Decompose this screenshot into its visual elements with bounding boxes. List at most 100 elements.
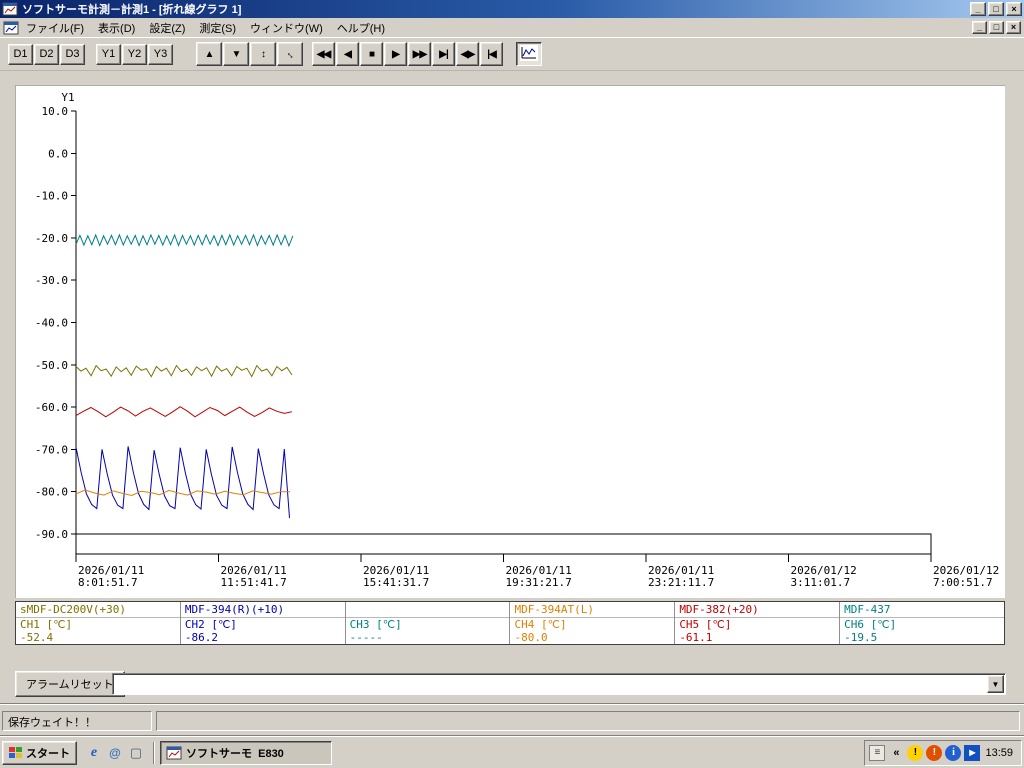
- svg-text:10.0: 10.0: [42, 105, 69, 118]
- minimize-button[interactable]: _: [970, 2, 986, 16]
- close-button[interactable]: ×: [1006, 2, 1022, 16]
- menu-items: ファイル(F) 表示(D) 設定(Z) 測定(S) ウィンドウ(W) ヘルプ(H): [19, 18, 392, 38]
- scroll-up-button[interactable]: ▲: [196, 42, 222, 66]
- forward-button[interactable]: ▶: [384, 42, 407, 66]
- channel-name: MDF-394(R)(+10): [180, 602, 345, 618]
- svg-text:-50.0: -50.0: [35, 359, 68, 372]
- data-select-group: D1 D2 D3: [8, 43, 86, 65]
- channel-name: [345, 602, 510, 618]
- menu-view[interactable]: 表示(D): [91, 18, 142, 38]
- svg-text:15:41:31.7: 15:41:31.7: [363, 576, 429, 589]
- stop-button[interactable]: ■: [360, 42, 383, 66]
- channel-name: MDF-437: [840, 602, 1004, 618]
- fast-forward-button[interactable]: ▶▶: [408, 42, 431, 66]
- security-warning-icon[interactable]: !: [907, 744, 924, 761]
- task-button-softthermo[interactable]: ソフトサーモ E830: [160, 740, 332, 765]
- svg-text:11:51:41.7: 11:51:41.7: [221, 576, 287, 589]
- svg-text:-20.0: -20.0: [35, 232, 68, 245]
- channel-value: -----: [349, 631, 383, 644]
- scroll-down-button[interactable]: ▼: [223, 42, 249, 66]
- channel-id: CH6 [℃]: [844, 618, 897, 631]
- menu-window[interactable]: ウィンドウ(W): [243, 18, 330, 38]
- status-extra: [156, 711, 1020, 731]
- status-bar: 保存ウェイト！！: [0, 704, 1024, 737]
- task-app-icon: [166, 746, 182, 759]
- mdi-minimize-button[interactable]: _: [972, 21, 987, 34]
- channel-value: -19.5: [844, 631, 878, 644]
- svg-text:-40.0: -40.0: [35, 317, 68, 330]
- series-ch1: [75, 364, 293, 378]
- alarm-reset-button[interactable]: アラームリセット: [15, 671, 125, 697]
- mdi-restore-button[interactable]: □: [989, 21, 1004, 34]
- taskbar-clock[interactable]: 13:59: [983, 747, 1017, 759]
- channel-cell: MDF-394(R)(+10) CH2 [℃] -86.2: [180, 602, 346, 644]
- svg-text:-70.0: -70.0: [35, 443, 68, 456]
- menu-settings[interactable]: 設定(Z): [142, 18, 192, 38]
- channel-value: -61.1: [679, 631, 713, 644]
- jump-latest-button[interactable]: ▶|: [432, 42, 455, 66]
- channel-value: -86.2: [184, 631, 218, 644]
- y2-button[interactable]: Y2: [122, 43, 147, 65]
- channel-id: CH2 [℃]: [184, 618, 237, 631]
- d2-button[interactable]: D2: [34, 43, 59, 65]
- zoom-fit-button[interactable]: ↔: [277, 42, 303, 66]
- mail-icon[interactable]: @: [106, 744, 124, 762]
- channel-cell: CH3 [℃] -----: [345, 602, 511, 644]
- series-ch6: [75, 233, 294, 248]
- transport-group: ◀◀ ◀ ■ ▶ ▶▶ ▶| ◀▶ |◀: [312, 42, 504, 66]
- y1-button[interactable]: Y1: [96, 43, 121, 65]
- taskbar: スタート e @ ▢ ソフトサーモ E830 ≡ «!! i ▶ 13:59: [0, 736, 1024, 768]
- svg-text:19:31:21.7: 19:31:21.7: [506, 576, 572, 589]
- channel-cell: sMDF-DC200V(+30) CH1 [℃] -52.4: [16, 602, 181, 644]
- show-desktop-icon[interactable]: ▢: [127, 744, 145, 762]
- ie-icon[interactable]: e: [85, 744, 103, 762]
- menu-bar: ファイル(F) 表示(D) 設定(Z) 測定(S) ウィンドウ(W) ヘルプ(H) _ □…: [0, 18, 1024, 37]
- line-graph-view-button[interactable]: [516, 42, 542, 66]
- channel-id: CH3 [℃]: [349, 618, 402, 631]
- media-play-icon[interactable]: ▶: [964, 744, 981, 761]
- menu-file[interactable]: ファイル(F): [19, 18, 91, 38]
- jump-start-button[interactable]: |◀: [480, 42, 503, 66]
- scale-nav-group: ▲ ▼ ↕ ↔: [196, 42, 304, 66]
- svg-text:3:11:01.7: 3:11:01.7: [791, 576, 851, 589]
- maximize-button[interactable]: □: [988, 2, 1004, 16]
- alarm-combo[interactable]: ▼: [112, 673, 1006, 695]
- channel-cell: MDF-394AT(L) CH4 [℃] -80.0: [510, 602, 676, 644]
- channel-value: -80.0: [514, 631, 548, 644]
- info-icon[interactable]: i: [945, 744, 962, 761]
- task-label: ソフトサーモ E830: [186, 747, 284, 760]
- d3-button[interactable]: D3: [60, 43, 85, 65]
- channel-id: CH4 [℃]: [514, 618, 567, 631]
- expand-vertical-button[interactable]: ↕: [250, 42, 276, 66]
- keyboard-icon[interactable]: ≡: [869, 744, 886, 761]
- channel-name: sMDF-DC200V(+30): [16, 602, 180, 618]
- channel-info-panel: sMDF-DC200V(+30) CH1 [℃] -52.4 MDF-394(R)(+…: [15, 601, 1005, 645]
- series-ch5: [75, 406, 292, 418]
- back-button[interactable]: ◀: [336, 42, 359, 66]
- svg-text:-10.0: -10.0: [35, 190, 68, 203]
- fast-rewind-button[interactable]: ◀◀: [312, 42, 335, 66]
- d1-button[interactable]: D1: [8, 43, 33, 65]
- combo-dropdown-button[interactable]: ▼: [987, 675, 1004, 693]
- alert-icon[interactable]: !: [926, 744, 943, 761]
- svg-text:7:00:51.7: 7:00:51.7: [933, 576, 993, 589]
- start-button[interactable]: スタート: [2, 740, 77, 765]
- svg-text:-90.0: -90.0: [35, 528, 68, 541]
- window-title: ソフトサーモ計測－計測1 - [折れ線グラフ 1]: [22, 4, 242, 16]
- y3-button[interactable]: Y3: [148, 43, 173, 65]
- svg-text:-60.0: -60.0: [35, 401, 68, 414]
- menu-help[interactable]: ヘルプ(H): [330, 18, 392, 38]
- taskbar-separator: [153, 741, 155, 764]
- document-icon: [3, 21, 19, 34]
- tray-expand-chevron[interactable]: «: [888, 745, 904, 761]
- menu-measure[interactable]: 測定(S): [192, 18, 243, 38]
- quick-launch: e @ ▢: [85, 744, 148, 762]
- expand-horizontal-button[interactable]: ◀▶: [456, 42, 479, 66]
- toolbar: D1 D2 D3 Y1 Y2 Y3 ▲ ▼ ↕ ↔ ◀◀ ◀ ■ ▶ ▶▶ ▶| ◀▶ |◀: [0, 37, 1024, 71]
- mdi-close-button[interactable]: ×: [1006, 21, 1021, 34]
- svg-text:-80.0: -80.0: [35, 486, 68, 499]
- app-icon: [2, 2, 18, 16]
- channel-name: MDF-382(+20): [675, 602, 840, 618]
- channel-id: CH1 [℃]: [20, 618, 73, 631]
- svg-text:-30.0: -30.0: [35, 274, 68, 287]
